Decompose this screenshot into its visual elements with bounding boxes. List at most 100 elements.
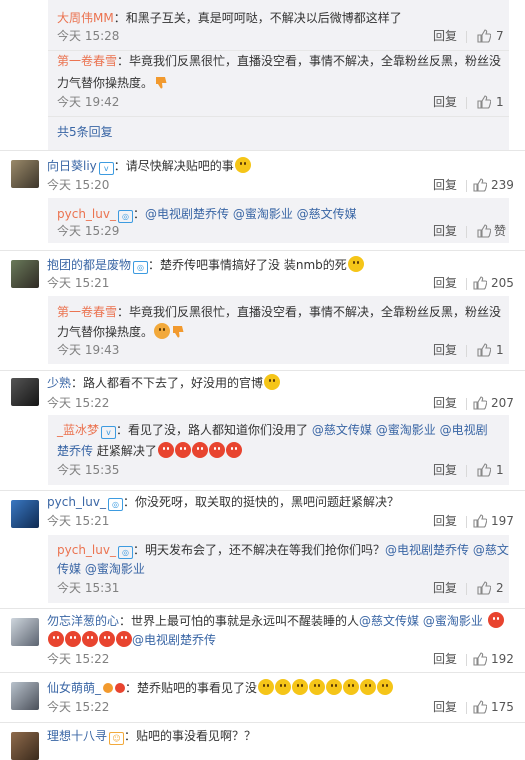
thumbs-up-icon[interactable] bbox=[473, 276, 487, 290]
divider bbox=[0, 722, 525, 723]
like-count: 205 bbox=[491, 276, 514, 290]
avatar[interactable] bbox=[11, 260, 39, 288]
thumbs-up-icon[interactable] bbox=[477, 224, 491, 238]
reply-text-row: 力气替你操热度。 bbox=[57, 74, 167, 92]
mention-link[interactable]: @电视剧楚乔传 bbox=[385, 543, 469, 557]
more-replies-link[interactable]: 共5条回复 bbox=[57, 123, 113, 141]
reply-button[interactable]: 回复 bbox=[433, 27, 457, 45]
thumbs-up-icon[interactable] bbox=[473, 396, 487, 410]
thumbs-up-icon[interactable] bbox=[477, 343, 491, 357]
comment-username[interactable]: 抱团的都是废物 bbox=[47, 258, 131, 272]
mention-link[interactable]: @慈文传媒 bbox=[297, 207, 357, 221]
divider bbox=[466, 583, 467, 595]
reply-button[interactable]: 回复 bbox=[433, 176, 457, 194]
smile-emoji-icon bbox=[275, 679, 292, 695]
reply-username[interactable]: _蓝冰梦 bbox=[57, 423, 99, 437]
avatar[interactable] bbox=[11, 682, 39, 710]
reply-username[interactable]: 大周伟MM bbox=[57, 11, 114, 25]
like-count: 207 bbox=[491, 396, 514, 410]
mention-link[interactable]: @慈文传媒 bbox=[312, 423, 372, 437]
like-count: 239 bbox=[491, 178, 514, 192]
comment-username[interactable]: 向日葵liy bbox=[47, 159, 97, 173]
comment-text: 世界上最可怕的事就是永远叫不醒装睡的人 bbox=[131, 614, 360, 628]
vip-icon bbox=[103, 683, 114, 693]
reply-text: 看见了没，路人都知道你们没用了 bbox=[128, 423, 309, 437]
divider bbox=[466, 31, 467, 43]
thumbs-up-icon[interactable] bbox=[477, 95, 491, 109]
like-label[interactable]: 赞 bbox=[494, 222, 506, 240]
reply-text: 毕竟我们反黑很忙，直播没空看，事情不解决，全靠粉丝反黑，粉丝没 bbox=[129, 54, 502, 68]
comment-username[interactable]: 少熟 bbox=[47, 376, 71, 390]
mention-link[interactable]: @电视剧楚乔传 bbox=[132, 633, 216, 647]
divider bbox=[0, 490, 525, 491]
mention-link[interactable]: @电视剧 bbox=[440, 423, 488, 437]
angry-emoji-icon bbox=[487, 612, 504, 628]
thumbs-up-icon[interactable] bbox=[477, 29, 491, 43]
angry-emoji-icon bbox=[191, 442, 208, 458]
mention-link[interactable]: @蜜淘影业 bbox=[423, 614, 483, 628]
divider bbox=[466, 97, 467, 109]
reply-username[interactable]: pych_luv_ bbox=[57, 207, 116, 221]
reply-text: 毕竟我们反黑很忙，直播没空看，事情不解决，全靠粉丝反黑，粉丝没 bbox=[129, 305, 502, 319]
reply-username[interactable]: 第一卷春雪 bbox=[57, 305, 117, 319]
reply-button[interactable]: 回复 bbox=[433, 341, 457, 359]
mention-link[interactable]: @慈文 bbox=[473, 543, 509, 557]
confused-emoji-icon bbox=[154, 323, 171, 339]
comment-username[interactable]: 理想十八寻 bbox=[47, 729, 107, 743]
smile-emoji-icon bbox=[258, 679, 275, 695]
avatar[interactable] bbox=[11, 618, 39, 646]
thumbs-up-icon[interactable] bbox=[473, 700, 487, 714]
mention-link[interactable]: @蜜淘影业 bbox=[376, 423, 436, 437]
mention-link[interactable]: @慈文传媒 bbox=[359, 614, 419, 628]
comment-text-row: 向日葵liy v ：请尽快解决贴吧的事 bbox=[47, 157, 251, 175]
reply-button[interactable]: 回复 bbox=[433, 222, 457, 240]
mention-link[interactable]: 楚乔传 bbox=[57, 444, 93, 458]
smile-emoji-icon bbox=[292, 679, 309, 695]
comment-username[interactable]: 仙女萌萌_ bbox=[47, 681, 101, 695]
reply-button[interactable]: 回复 bbox=[433, 579, 457, 597]
mention-link[interactable]: @电视剧楚乔传 bbox=[145, 207, 229, 221]
reply-button[interactable]: 回复 bbox=[433, 93, 457, 111]
reply-button[interactable]: 回复 bbox=[433, 698, 457, 716]
comment-text: 你没死呀，取关取的挺快的，黑吧问题赶紧解决？ bbox=[134, 495, 399, 509]
reply-time: 今天 15:35 bbox=[57, 463, 120, 477]
thumbs-up-icon[interactable] bbox=[477, 463, 491, 477]
avatar[interactable] bbox=[11, 160, 39, 188]
reply-button[interactable]: 回复 bbox=[433, 650, 457, 668]
reply-text-row: 楚乔传 赶紧解决了 bbox=[57, 442, 242, 460]
verified-badge-icon: ◎ bbox=[117, 546, 133, 559]
verified-badge-icon: v bbox=[101, 426, 117, 439]
divider bbox=[0, 370, 525, 371]
comment-time: 今天 15:21 bbox=[47, 276, 110, 290]
avatar[interactable] bbox=[11, 732, 39, 760]
divider bbox=[466, 180, 467, 192]
thumbs-down-emoji-icon bbox=[156, 77, 167, 89]
reply-text: 和黑子互关，真是呵呵哒，不解决以后微博都这样了 bbox=[125, 11, 402, 25]
reply-button[interactable]: 回复 bbox=[433, 512, 457, 530]
thumbs-up-icon[interactable] bbox=[473, 514, 487, 528]
divider bbox=[466, 278, 467, 290]
reply-button[interactable]: 回复 bbox=[433, 394, 457, 412]
comment-username[interactable]: 勿忘洋葱的心 bbox=[47, 614, 119, 628]
angry-emoji-icon bbox=[157, 442, 174, 458]
divider bbox=[0, 150, 525, 151]
thumbs-up-icon[interactable] bbox=[473, 652, 487, 666]
smile-emoji-icon bbox=[343, 679, 360, 695]
thumbs-up-icon[interactable] bbox=[473, 178, 487, 192]
reply-username[interactable]: pych_luv_ bbox=[57, 543, 116, 557]
thumbs-up-icon[interactable] bbox=[477, 581, 491, 595]
divider bbox=[0, 672, 525, 673]
comment-text-row: 抱团的都是废物 ◎ ：楚乔传吧事情搞好了没 装nmb的死 bbox=[47, 256, 364, 274]
comment-time: 今天 15:22 bbox=[47, 396, 110, 410]
comment-text-row: 少熟：路人都看不下去了，好没用的官博 bbox=[47, 374, 281, 392]
mention-link[interactable]: @蜜淘影业 bbox=[85, 562, 145, 576]
reply-username[interactable]: 第一卷春雪 bbox=[57, 54, 117, 68]
mention-link[interactable]: @蜜淘影业 bbox=[233, 207, 293, 221]
reply-button[interactable]: 回复 bbox=[433, 274, 457, 292]
comment-username[interactable]: pych_luv_ bbox=[47, 495, 106, 509]
reply-button[interactable]: 回复 bbox=[433, 461, 457, 479]
avatar[interactable] bbox=[11, 500, 39, 528]
verified-badge-icon: ◎ bbox=[117, 210, 133, 223]
avatar[interactable] bbox=[11, 378, 39, 406]
mention-link[interactable]: 传媒 bbox=[57, 562, 81, 576]
